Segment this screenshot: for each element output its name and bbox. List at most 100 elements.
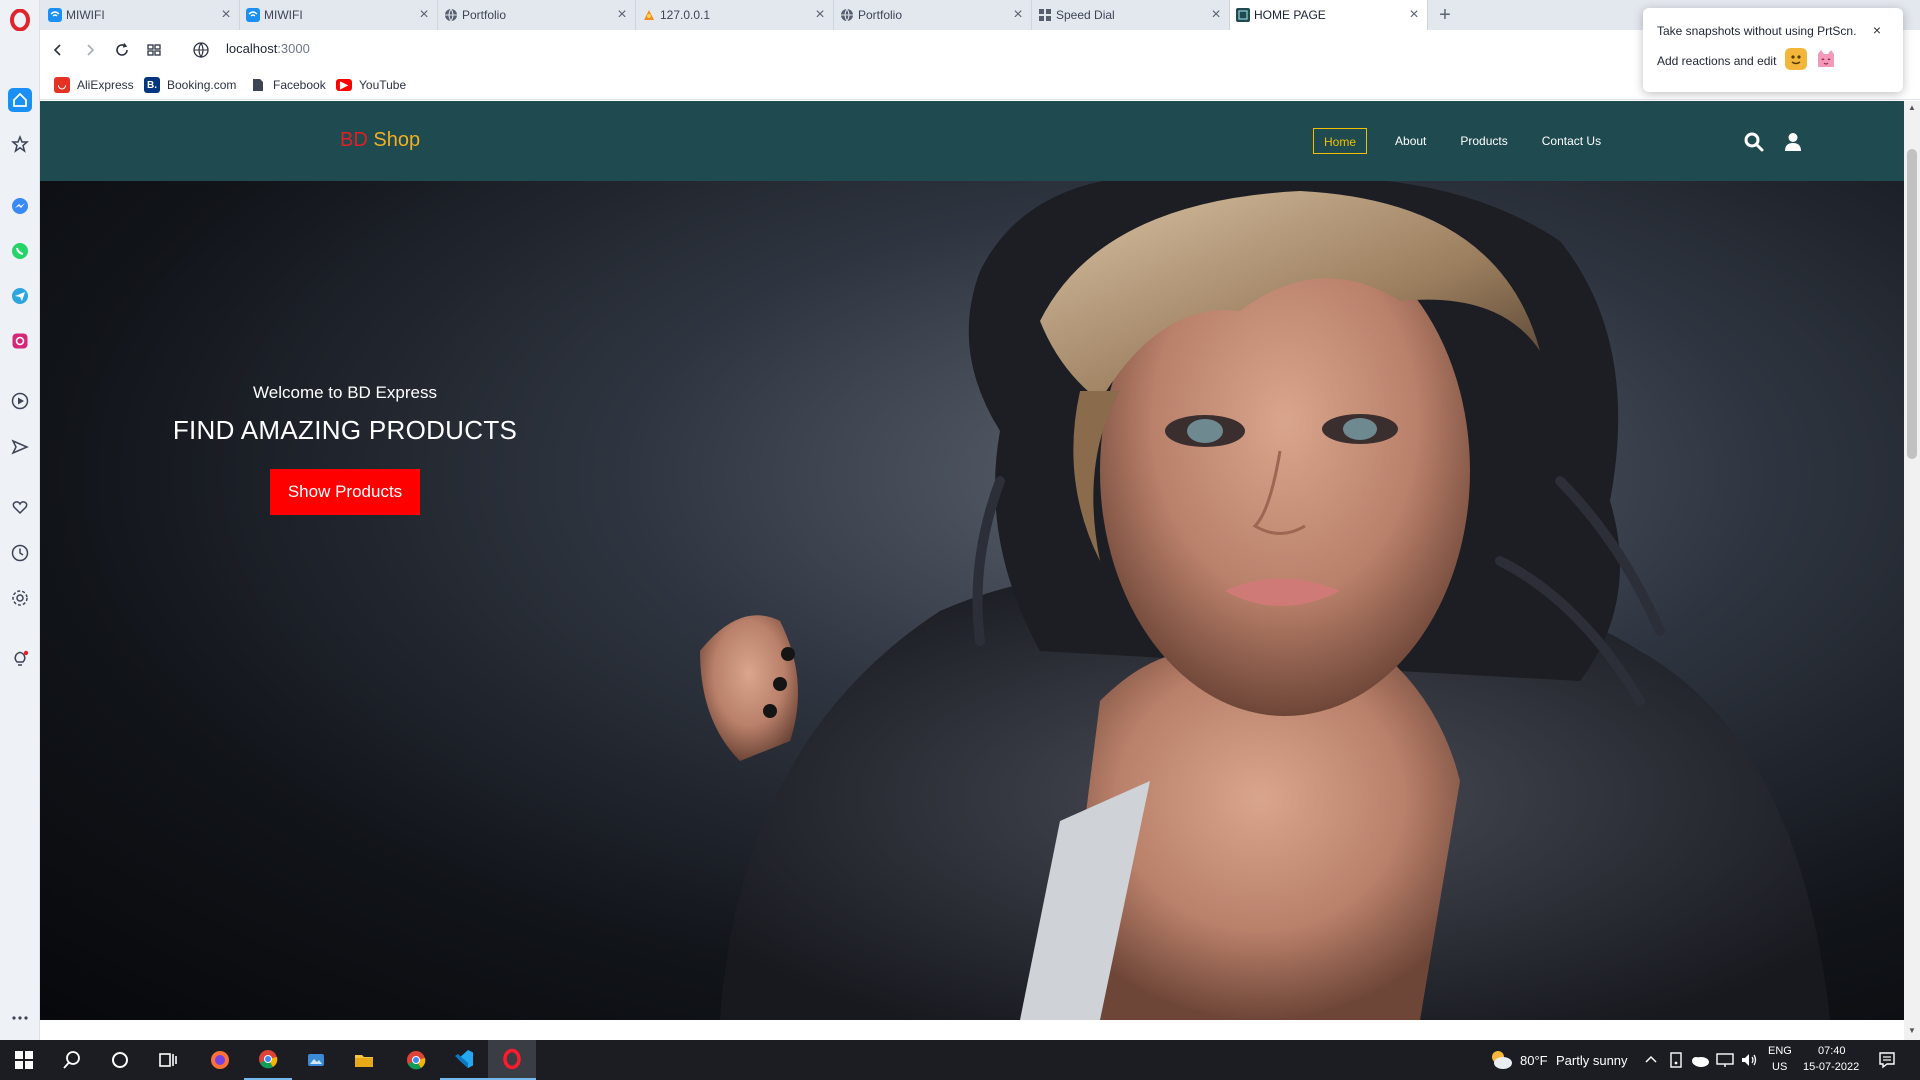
- brand-part-1: BD: [340, 129, 368, 151]
- settings-icon[interactable]: [8, 586, 32, 610]
- brand-part-2: Shop: [367, 129, 421, 151]
- scroll-down-icon[interactable]: ▼: [1908, 1026, 1916, 1035]
- scrollbar-thumb[interactable]: [1907, 149, 1917, 459]
- bookmark-aliexpress[interactable]: ◡ AliExpress: [54, 76, 134, 94]
- home-icon[interactable]: [8, 88, 32, 112]
- tabs-overview-icon[interactable]: [142, 38, 166, 62]
- lightbulb-icon[interactable]: [8, 647, 32, 671]
- chrome-profile-icon[interactable]: [392, 1040, 440, 1080]
- close-icon[interactable]: ×: [1873, 22, 1881, 38]
- bookmark-booking[interactable]: B. Booking.com: [144, 76, 236, 94]
- bookmark-label: YouTube: [359, 78, 407, 92]
- site-logo[interactable]: BD Shop: [340, 129, 420, 152]
- search-icon[interactable]: [1743, 131, 1765, 153]
- wifi-icon: [246, 8, 260, 22]
- nav-home[interactable]: Home: [1313, 128, 1368, 154]
- close-icon[interactable]: ×: [615, 7, 629, 23]
- telegram-icon[interactable]: [8, 284, 32, 308]
- hero-title: FIND AMAZING PRODUCTS: [172, 415, 518, 445]
- reload-icon[interactable]: [110, 38, 134, 62]
- opera-browser-icon[interactable]: [488, 1040, 536, 1080]
- show-products-button[interactable]: Show Products: [270, 469, 420, 515]
- whatsapp-icon[interactable]: [8, 239, 32, 263]
- vscode-icon[interactable]: [440, 1040, 488, 1080]
- grid-icon: [1038, 8, 1052, 22]
- nav-products[interactable]: Products: [1450, 128, 1517, 154]
- more-icon[interactable]: [8, 1006, 32, 1030]
- task-view-icon[interactable]: [144, 1040, 192, 1080]
- star-icon[interactable]: [8, 132, 32, 156]
- close-icon[interactable]: ×: [417, 7, 431, 23]
- url-port: :3000: [277, 41, 310, 56]
- send-icon[interactable]: [8, 435, 32, 459]
- keyboard-region[interactable]: US: [1772, 1061, 1787, 1073]
- firefox-icon[interactable]: [196, 1040, 244, 1080]
- tab-portfolio-2[interactable]: Portfolio ×: [834, 0, 1032, 30]
- bookmark-label: Booking.com: [167, 78, 237, 92]
- tab-miwifi-1[interactable]: MIWIFI ×: [42, 0, 240, 30]
- close-icon[interactable]: ×: [219, 7, 233, 23]
- history-icon[interactable]: [8, 541, 32, 565]
- address-bar: localhost:3000: [40, 30, 1920, 70]
- close-icon[interactable]: ×: [1011, 7, 1025, 23]
- url-field[interactable]: localhost:3000: [226, 41, 310, 56]
- file-explorer-icon[interactable]: [340, 1040, 388, 1080]
- scroll-up-icon[interactable]: ▲: [1908, 103, 1916, 112]
- bookmark-facebook[interactable]: Facebook: [250, 76, 326, 94]
- wifi-icon: [48, 8, 62, 22]
- nav-contact-us[interactable]: Contact Us: [1532, 128, 1611, 154]
- nav-about[interactable]: About: [1385, 128, 1436, 154]
- language-code[interactable]: ENG: [1768, 1045, 1792, 1057]
- instagram-icon[interactable]: [8, 329, 32, 353]
- user-icon[interactable]: [1782, 131, 1804, 153]
- player-icon[interactable]: [8, 389, 32, 413]
- tab-label: HOME PAGE: [1254, 8, 1326, 22]
- tab-bar: MIWIFI × MIWIFI × Portfolio × 127.0.0.1 …: [40, 0, 1920, 30]
- network-icon[interactable]: [1716, 1052, 1734, 1068]
- hero-model-image: [700, 181, 1830, 1020]
- volume-icon[interactable]: [1740, 1052, 1758, 1068]
- heart-icon[interactable]: [8, 495, 32, 519]
- emoji-icon: [1785, 48, 1807, 70]
- tab-label: MIWIFI: [66, 8, 105, 22]
- messenger-icon[interactable]: [8, 194, 32, 218]
- close-icon[interactable]: ×: [1407, 7, 1421, 23]
- onedrive-icon[interactable]: [1690, 1052, 1710, 1068]
- partly-sunny-icon[interactable]: [1488, 1049, 1514, 1071]
- tab-portfolio-1[interactable]: Portfolio ×: [438, 0, 636, 30]
- device-icon[interactable]: [1668, 1051, 1684, 1069]
- back-icon[interactable]: [46, 38, 70, 62]
- page-viewport: BD Shop Home About Products Contact Us W…: [40, 101, 1904, 1020]
- opera-sidebar: [0, 0, 40, 1040]
- close-icon[interactable]: ×: [813, 7, 827, 23]
- opera-logo-icon[interactable]: [8, 8, 32, 32]
- search-icon[interactable]: [48, 1040, 96, 1080]
- weather-temp[interactable]: 80°F: [1520, 1053, 1548, 1068]
- tab-speed-dial[interactable]: Speed Dial ×: [1032, 0, 1230, 30]
- booking-icon: B.: [144, 77, 160, 93]
- tip-line-1: Take snapshots without using PrtScn.: [1657, 24, 1857, 38]
- site-info-icon[interactable]: [192, 41, 210, 59]
- hero-banner: Welcome to BD Express FIND AMAZING PRODU…: [40, 181, 1904, 1020]
- page-scrollbar[interactable]: ▲ ▼: [1904, 101, 1920, 1040]
- tab-miwifi-2[interactable]: MIWIFI ×: [240, 0, 438, 30]
- windows-start-icon[interactable]: [0, 1040, 48, 1080]
- bookmark-youtube[interactable]: ▶ YouTube: [336, 76, 406, 94]
- cortana-icon[interactable]: [96, 1040, 144, 1080]
- bookmark-label: AliExpress: [77, 78, 134, 92]
- tray-chevron-up-icon[interactable]: [1644, 1053, 1658, 1067]
- notifications-icon[interactable]: [1878, 1051, 1896, 1069]
- clock-time[interactable]: 07:40: [1818, 1045, 1846, 1057]
- photo-viewer-icon[interactable]: [292, 1040, 340, 1080]
- chrome-icon[interactable]: [244, 1040, 292, 1080]
- document-icon: [250, 77, 266, 93]
- close-icon[interactable]: ×: [1209, 7, 1223, 23]
- main-nav: Home About Products Contact Us: [1313, 127, 1611, 155]
- tab-label: Portfolio: [462, 8, 507, 22]
- tab-localhost-ip[interactable]: 127.0.0.1 ×: [636, 0, 834, 30]
- tab-home-page[interactable]: HOME PAGE ×: [1230, 0, 1428, 30]
- new-tab-button[interactable]: +: [1430, 0, 1460, 30]
- clock-date[interactable]: 15-07-2022: [1803, 1061, 1859, 1073]
- forward-icon[interactable]: [78, 38, 102, 62]
- weather-condition[interactable]: Partly sunny: [1556, 1053, 1628, 1068]
